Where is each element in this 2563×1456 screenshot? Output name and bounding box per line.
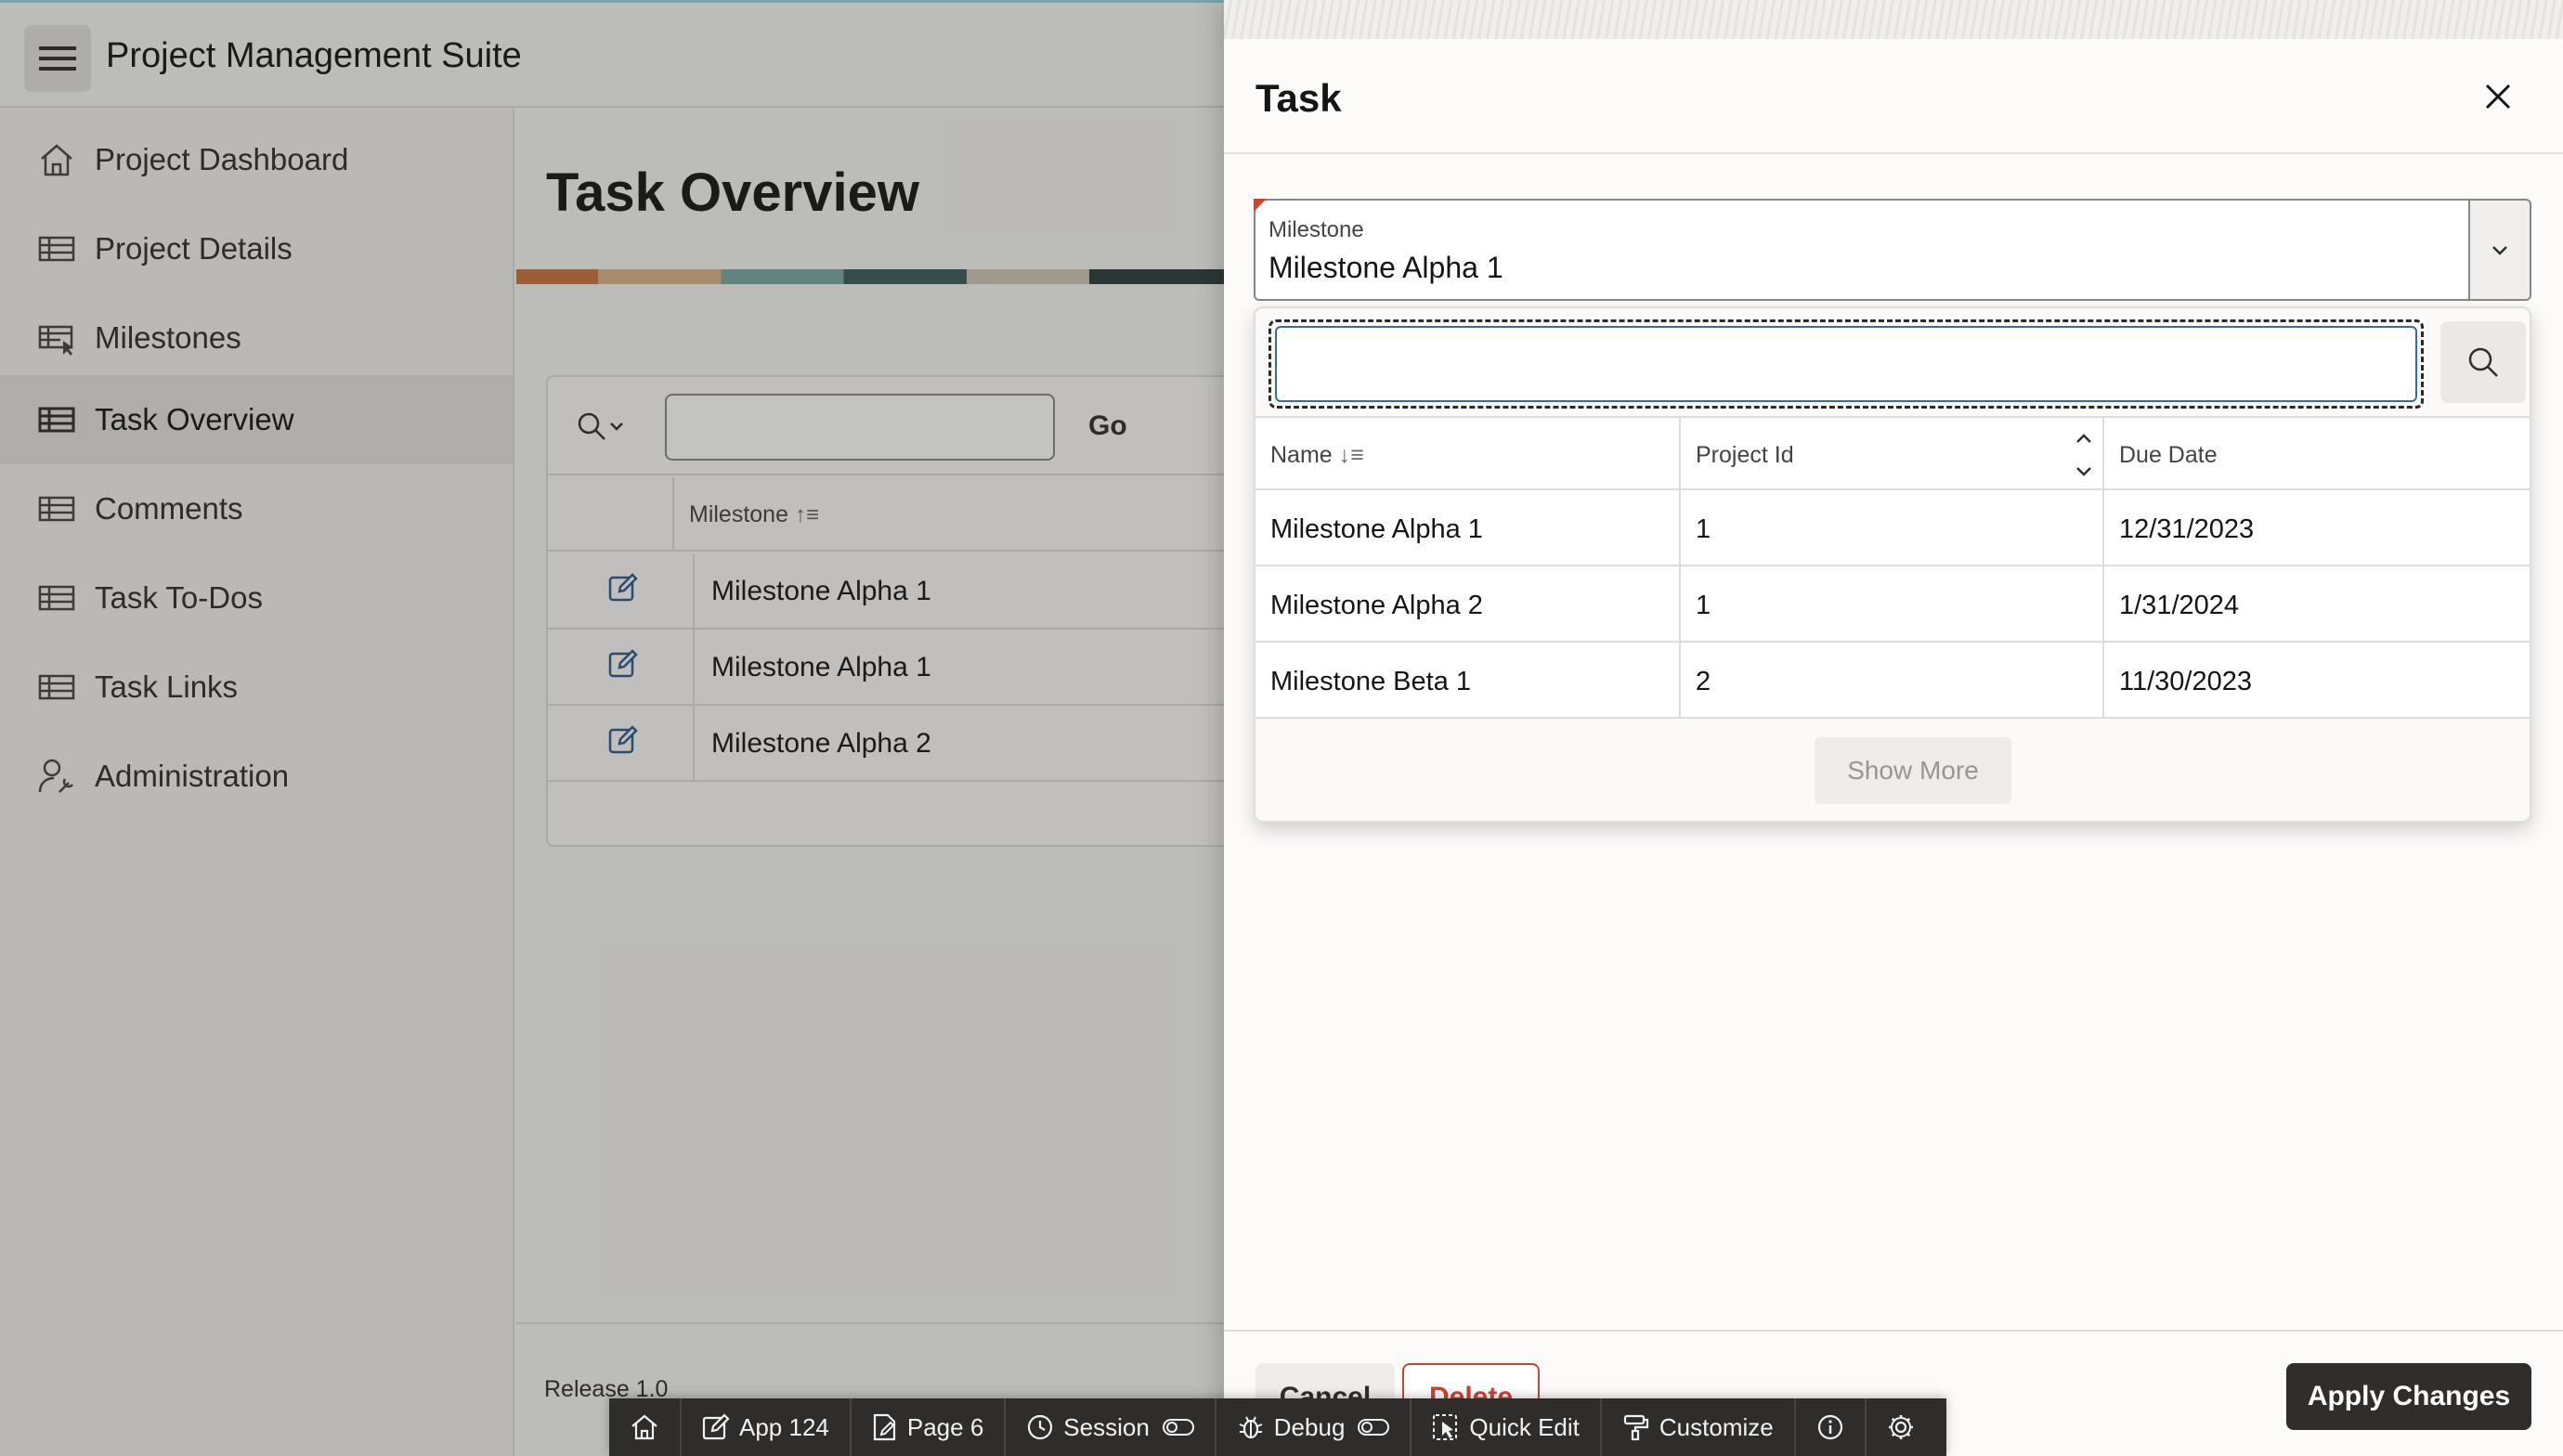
chevron-down-icon bbox=[2492, 246, 2507, 255]
column-header-due-date[interactable]: Due Date bbox=[2104, 418, 2530, 492]
required-indicator bbox=[1254, 199, 1267, 212]
table-cell: 11/30/2023 bbox=[2119, 667, 2252, 696]
dev-debug-label: Debug bbox=[1273, 1412, 1346, 1441]
dev-settings-button[interactable] bbox=[1867, 1398, 1935, 1456]
table-row[interactable]: Milestone Alpha 1 1 12/31/2023 bbox=[1255, 490, 2530, 566]
table-cell: 2 bbox=[1681, 643, 2104, 719]
column-header-label: Due Date bbox=[2119, 442, 2218, 468]
dev-customize-button[interactable]: Customize bbox=[1602, 1398, 1796, 1456]
close-button[interactable] bbox=[2478, 76, 2518, 117]
table-cell: Milestone Alpha 2 bbox=[1255, 566, 1681, 643]
dev-quick-edit-button[interactable]: Quick Edit bbox=[1412, 1398, 1602, 1456]
table-cell: 12/31/2023 bbox=[2119, 514, 2255, 544]
milestone-popup-lov: Name ↓≡ Project Id Due Date Milestone Al… bbox=[1254, 306, 2531, 823]
popup-search-input[interactable] bbox=[1275, 326, 2417, 402]
dev-session-label: Session bbox=[1063, 1412, 1150, 1441]
dialog-header: Task bbox=[1224, 39, 2563, 154]
table-row[interactable]: Milestone Beta 1 2 11/30/2023 bbox=[1255, 643, 2530, 719]
home-icon bbox=[631, 1414, 657, 1440]
close-icon bbox=[2485, 84, 2511, 110]
search-icon bbox=[2468, 347, 2498, 377]
developer-toolbar: App 124 Page 6 Session Debug Quick Edit … bbox=[609, 1398, 1946, 1456]
popup-search-button[interactable] bbox=[2440, 321, 2526, 403]
dev-info-button[interactable] bbox=[1796, 1398, 1867, 1456]
dev-home-button[interactable] bbox=[609, 1398, 682, 1456]
milestone-field-value: Milestone Alpha 1 bbox=[1268, 251, 1503, 284]
dev-page-button[interactable]: Page 6 bbox=[852, 1398, 1007, 1456]
edit-icon bbox=[702, 1413, 730, 1440]
table-row[interactable]: Milestone Alpha 2 1 1/31/2024 bbox=[1255, 566, 2530, 643]
show-more-button[interactable]: Show More bbox=[1815, 737, 2011, 804]
dev-app-label: App 124 bbox=[739, 1412, 829, 1441]
apply-changes-button[interactable]: Apply Changes bbox=[2286, 1363, 2531, 1430]
dev-debug-button[interactable]: Debug bbox=[1216, 1398, 1412, 1456]
dev-customize-label: Customize bbox=[1659, 1412, 1774, 1441]
table-cell: Milestone Alpha 1 bbox=[1255, 490, 1681, 566]
table-cell: 1/31/2024 bbox=[2119, 591, 2240, 620]
toggle-icon[interactable] bbox=[1162, 1418, 1194, 1436]
page-edit-icon bbox=[873, 1413, 895, 1441]
toggle-icon[interactable] bbox=[1358, 1418, 1390, 1436]
dev-app-button[interactable]: App 124 bbox=[682, 1398, 852, 1456]
sort-toggle-icon bbox=[2076, 434, 2091, 476]
milestone-field[interactable]: Milestone Milestone Alpha 1 bbox=[1254, 199, 2470, 301]
dev-page-label: Page 6 bbox=[906, 1412, 984, 1441]
gear-icon bbox=[1888, 1415, 1913, 1439]
column-header-label: Project Id bbox=[1696, 442, 1794, 468]
task-dialog: Task Milestone Milestone Alpha 1 Name ↓≡… bbox=[1224, 0, 2563, 1456]
column-header-name[interactable]: Name ↓≡ bbox=[1255, 418, 1681, 492]
dev-quick-edit-label: Quick Edit bbox=[1469, 1412, 1580, 1441]
milestone-dropdown-button[interactable] bbox=[2470, 199, 2531, 301]
popup-search-focus-ring bbox=[1268, 319, 2424, 409]
dev-session-button[interactable]: Session bbox=[1006, 1398, 1216, 1456]
table-cell: 1 bbox=[1681, 490, 2104, 566]
column-header-label: Name ↓≡ bbox=[1270, 442, 1364, 468]
table-cell: Milestone Beta 1 bbox=[1255, 643, 1681, 719]
column-header-project-id[interactable]: Project Id bbox=[1681, 418, 2104, 492]
paint-roller-icon bbox=[1623, 1414, 1649, 1441]
popup-table-header: Name ↓≡ Project Id Due Date bbox=[1255, 416, 2530, 492]
table-cell: 1 bbox=[1681, 566, 2104, 643]
milestone-field-label: Milestone bbox=[1268, 217, 1364, 242]
bug-icon bbox=[1239, 1416, 1263, 1439]
quick-edit-icon bbox=[1433, 1414, 1458, 1440]
sort-descending-icon: ↓≡ bbox=[1332, 442, 1364, 468]
info-icon bbox=[1817, 1414, 1842, 1440]
dialog-decorative-pattern bbox=[1224, 0, 2563, 39]
dialog-title: Task bbox=[1255, 76, 1342, 120]
session-icon bbox=[1028, 1414, 1053, 1440]
